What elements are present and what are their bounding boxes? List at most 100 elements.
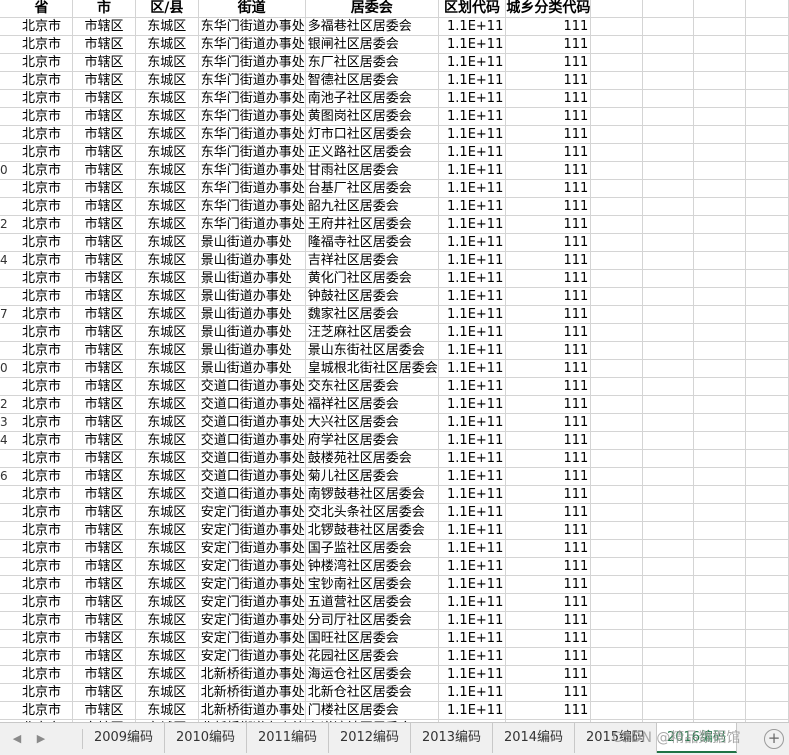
data-cell[interactable]: 交道口街道办事处	[198, 485, 306, 504]
empty-cell[interactable]	[693, 521, 746, 540]
sheet-tab[interactable]: 2010编码	[165, 723, 247, 753]
empty-cell[interactable]	[693, 701, 746, 720]
empty-cell[interactable]	[590, 377, 643, 396]
data-cell[interactable]: 111	[505, 17, 592, 36]
data-cell[interactable]: 北京市	[10, 521, 74, 540]
data-cell[interactable]: 1.1E+11	[438, 197, 507, 216]
data-cell[interactable]: 韶九社区居委会	[305, 197, 439, 216]
row-number[interactable]	[0, 485, 11, 504]
data-cell[interactable]: 东城区	[135, 521, 199, 540]
empty-cell[interactable]	[693, 647, 746, 666]
sheet-tab[interactable]: 2009编码	[83, 723, 165, 753]
empty-cell[interactable]	[590, 647, 643, 666]
data-cell[interactable]: 北京市	[10, 323, 74, 342]
empty-cell[interactable]	[693, 287, 746, 306]
data-cell[interactable]: 东华门街道办事处	[198, 179, 306, 198]
data-cell[interactable]: 1.1E+11	[438, 701, 507, 720]
data-cell[interactable]: 东厂社区居委会	[305, 53, 439, 72]
data-cell[interactable]: 市辖区	[72, 557, 136, 576]
empty-cell[interactable]	[745, 521, 789, 540]
empty-cell[interactable]	[590, 215, 643, 234]
data-cell[interactable]: 111	[505, 125, 592, 144]
column-header-cell[interactable]: 城乡分类代码	[505, 0, 592, 18]
empty-cell[interactable]	[590, 161, 643, 180]
empty-cell[interactable]	[745, 125, 789, 144]
empty-cell[interactable]	[693, 395, 746, 414]
empty-cell[interactable]	[590, 143, 643, 162]
data-cell[interactable]: 市辖区	[72, 431, 136, 450]
data-cell[interactable]: 东城区	[135, 89, 199, 108]
data-cell[interactable]: 1.1E+11	[438, 395, 507, 414]
data-cell[interactable]: 111	[505, 341, 592, 360]
empty-cell[interactable]	[745, 503, 789, 522]
data-cell[interactable]: 市辖区	[72, 125, 136, 144]
empty-cell[interactable]	[590, 251, 643, 270]
data-cell[interactable]: 南池子社区居委会	[305, 89, 439, 108]
row-number[interactable]: 4	[0, 431, 11, 450]
data-cell[interactable]: 1.1E+11	[438, 305, 507, 324]
data-cell[interactable]: 1.1E+11	[438, 485, 507, 504]
data-cell[interactable]: 东城区	[135, 575, 199, 594]
data-cell[interactable]: 东城区	[135, 467, 199, 486]
empty-cell[interactable]	[745, 377, 789, 396]
empty-cell[interactable]	[642, 269, 695, 288]
sheet-tab[interactable]: 2013编码	[411, 723, 493, 753]
row-number[interactable]: 6	[0, 467, 11, 486]
empty-cell[interactable]	[693, 179, 746, 198]
data-cell[interactable]: 北京市	[10, 287, 74, 306]
data-cell[interactable]: 东城区	[135, 395, 199, 414]
data-cell[interactable]: 1.1E+11	[438, 629, 507, 648]
empty-cell[interactable]	[642, 305, 695, 324]
empty-cell[interactable]	[642, 611, 695, 630]
column-header-cell[interactable]: 区/县	[135, 0, 199, 18]
row-number[interactable]	[0, 647, 11, 666]
data-cell[interactable]: 北京市	[10, 377, 74, 396]
row-number[interactable]: 2	[0, 215, 11, 234]
data-cell[interactable]: 东城区	[135, 143, 199, 162]
empty-cell[interactable]	[693, 53, 746, 72]
data-cell[interactable]: 市辖区	[72, 683, 136, 702]
empty-cell[interactable]	[745, 89, 789, 108]
data-cell[interactable]: 北京市	[10, 251, 74, 270]
row-number[interactable]	[0, 593, 11, 612]
data-cell[interactable]: 北京市	[10, 161, 74, 180]
empty-cell[interactable]	[590, 449, 643, 468]
data-cell[interactable]: 市辖区	[72, 377, 136, 396]
data-cell[interactable]: 北京市	[10, 647, 74, 666]
data-cell[interactable]: 1.1E+11	[438, 53, 507, 72]
data-cell[interactable]: 市辖区	[72, 53, 136, 72]
data-cell[interactable]: 市辖区	[72, 305, 136, 324]
column-header-cell[interactable]: 省	[10, 0, 74, 18]
data-cell[interactable]: 1.1E+11	[438, 143, 507, 162]
data-cell[interactable]: 东城区	[135, 161, 199, 180]
data-cell[interactable]: 交北头条社区居委会	[305, 503, 439, 522]
empty-cell[interactable]	[590, 683, 643, 702]
data-cell[interactable]: 海运仓社区居委会	[305, 665, 439, 684]
data-cell[interactable]: 北京市	[10, 215, 74, 234]
data-cell[interactable]: 市辖区	[72, 143, 136, 162]
data-cell[interactable]: 北京市	[10, 413, 74, 432]
row-number[interactable]	[0, 323, 11, 342]
data-cell[interactable]: 111	[505, 179, 592, 198]
data-cell[interactable]: 1.1E+11	[438, 611, 507, 630]
data-cell[interactable]: 市辖区	[72, 251, 136, 270]
empty-cell[interactable]	[693, 125, 746, 144]
empty-cell[interactable]	[693, 485, 746, 504]
data-cell[interactable]: 111	[505, 395, 592, 414]
data-cell[interactable]: 东城区	[135, 377, 199, 396]
empty-cell[interactable]	[590, 521, 643, 540]
data-cell[interactable]: 1.1E+11	[438, 35, 507, 54]
empty-cell[interactable]	[642, 683, 695, 702]
data-cell[interactable]: 王府井社区居委会	[305, 215, 439, 234]
data-cell[interactable]: 市辖区	[72, 665, 136, 684]
empty-cell[interactable]	[642, 539, 695, 558]
data-cell[interactable]: 景山街道办事处	[198, 233, 306, 252]
data-cell[interactable]: 黄图岗社区居委会	[305, 107, 439, 126]
data-cell[interactable]: 北京市	[10, 503, 74, 522]
row-number[interactable]: 3	[0, 413, 11, 432]
data-cell[interactable]: 东华门街道办事处	[198, 143, 306, 162]
empty-cell[interactable]	[693, 413, 746, 432]
data-cell[interactable]: 市辖区	[72, 287, 136, 306]
empty-cell[interactable]	[693, 89, 746, 108]
data-cell[interactable]: 1.1E+11	[438, 287, 507, 306]
